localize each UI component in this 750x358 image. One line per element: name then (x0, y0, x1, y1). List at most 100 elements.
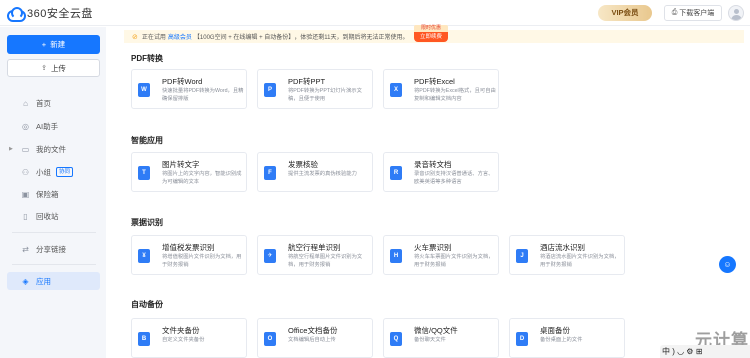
section-title-backup: 自动备份 (131, 300, 163, 309)
sidebar-item-home[interactable]: ⌂ 首页 (7, 94, 100, 112)
ime-toolbar[interactable]: 中 ) ◡ ⚙ ⊞ (660, 345, 750, 358)
card-title: PDF转Word (162, 77, 203, 86)
sidebar-divider (12, 264, 96, 265)
section-title-receipts: 票据识别 (131, 218, 163, 227)
card-desc: 将航空行程单图片文件识别为文档，用于财务报销 (288, 254, 363, 268)
card-desc: 将PDF转换为Excel格式，且可自由复制和编辑文档内容 (414, 88, 496, 102)
card-desc: 文档编辑后自动上传 (288, 337, 336, 343)
card-title: 录音转文档 (414, 160, 452, 169)
logo-text: 360安全云盘 (27, 8, 93, 20)
notice-suffix: ，体验还剩11天，到期后将无法正常使用。 (294, 35, 409, 41)
sidebar-item-label: 回收站 (36, 211, 59, 221)
card-desc: 将火车车票图片文件识别为文档，用于财务报销 (414, 254, 494, 268)
sidebar-item-label: 我的文件 (36, 144, 66, 154)
card-title: 酒店流水识别 (540, 243, 585, 252)
card-folder-backup[interactable]: B 文件夹备份 自定义文件夹备份 (131, 318, 247, 358)
card-title: 桌面备份 (540, 326, 570, 335)
renew-badge-button[interactable]: 限时优惠 立即续费 (414, 25, 448, 43)
top-header: 360安全云盘 VIP会员 ⎙ 下载客户端 (0, 0, 750, 26)
sidebar-item-group[interactable]: ⚇ 小组 协同 (7, 163, 100, 181)
card-title: Office文档备份 (288, 326, 338, 335)
ai-icon: ◎ (22, 121, 29, 131)
card-flight-itinerary[interactable]: ✈ 航空行程单识别 将航空行程单图片文件识别为文档，用于财务报销 (257, 235, 373, 275)
card-title: 航空行程单识别 (288, 243, 341, 252)
group-icon: ⚇ (21, 167, 30, 177)
warning-icon: ⊘ (132, 33, 138, 41)
card-desktop-backup[interactable]: D 桌面备份 备份桌面上的文件 (509, 318, 625, 358)
audio-icon: R (390, 166, 402, 180)
section-title-smart: 智能应用 (131, 136, 163, 145)
group-tag-badge: 协同 (56, 167, 74, 177)
user-avatar[interactable] (728, 5, 744, 21)
card-desc: 将图片上的文字内容，智能识别成为可编辑的文本 (162, 171, 242, 185)
card-title: 增值税发票识别 (162, 243, 215, 252)
card-desc: 备份桌面上的文件 (540, 337, 583, 343)
sidebar-item-safe[interactable]: ▣ 保险箱 (7, 185, 100, 203)
card-train-ticket[interactable]: H 火车票识别 将火车车票图片文件识别为文档，用于财务报销 (383, 235, 499, 275)
sidebar-item-label: 应用 (36, 276, 51, 286)
card-pdf-to-ppt[interactable]: P PDF转PPT 将PDF转换为PPT幻灯片演示文稿，且便于使用 (257, 69, 373, 109)
ppt-file-icon: P (264, 83, 276, 97)
sidebar-item-apps[interactable]: ◈ 应用 (7, 272, 100, 290)
share-icon: ⇄ (22, 244, 29, 254)
card-pdf-to-word[interactable]: W PDF转Word 快速批量将PDF转换为Word，且精确保留排版 (131, 69, 247, 109)
app-logo[interactable]: 360安全云盘 (6, 5, 93, 22)
card-title: PDF转Excel (414, 77, 455, 86)
card-hotel-bill[interactable]: J 酒店流水识别 将酒店流水图片文件识别为文档，用于财务报销 (509, 235, 625, 275)
card-desc: 将酒店流水图片文件识别为文档，用于财务报销 (540, 254, 620, 268)
apps-icon: ◈ (22, 276, 29, 286)
section-title-pdf: PDF转换 (131, 54, 163, 63)
train-ticket-icon: H (390, 249, 402, 263)
upload-icon: ⇪ (41, 65, 47, 72)
card-pdf-to-excel[interactable]: X PDF转Excel 将PDF转换为Excel格式，且可自由复制和编辑文档内容 (383, 69, 499, 109)
promo-label: 限时优惠 (414, 25, 448, 32)
card-title: PDF转PPT (288, 77, 326, 86)
folder-backup-icon: B (138, 332, 150, 346)
image-text-icon: T (138, 166, 150, 180)
vat-invoice-icon: ¥ (138, 249, 150, 263)
new-label: 新建 (50, 40, 66, 49)
download-client-button[interactable]: ⎙ 下载客户端 (664, 5, 722, 21)
desktop-icon: D (516, 332, 528, 346)
card-invoice-verify[interactable]: F 发票核验 提供主流发票的真伪核验能力 (257, 152, 373, 192)
sidebar-divider (12, 232, 96, 233)
folder-icon: ▭ (21, 144, 30, 154)
sidebar-item-my-files[interactable]: ▶ ▭ 我的文件 (7, 140, 100, 158)
ime-status: 中 ) ◡ ⚙ ⊞ (662, 347, 703, 356)
sidebar-item-label: 首页 (36, 98, 51, 108)
sidebar-item-label: 分享链接 (36, 244, 66, 254)
download-icon: ⎙ (671, 9, 678, 16)
sidebar-item-share[interactable]: ⇄ 分享链接 (7, 240, 100, 258)
cloud-logo-icon (6, 7, 26, 22)
excel-file-icon: X (390, 83, 402, 97)
vip-button[interactable]: VIP会员 (598, 5, 652, 21)
renew-label: 立即续费 (414, 32, 448, 42)
office-doc-icon: O (264, 332, 276, 346)
safe-icon: ▣ (21, 189, 30, 199)
card-wechat-qq-backup[interactable]: Q 微信/QQ文件 备份聊天文件 (383, 318, 499, 358)
hotel-bill-icon: J (516, 249, 528, 263)
card-office-backup[interactable]: O Office文档备份 文档编辑后自动上传 (257, 318, 373, 358)
download-label: 下载客户端 (679, 10, 715, 17)
sidebar-item-label: 小组 (36, 167, 51, 177)
upload-button[interactable]: ⇪ 上传 (7, 59, 100, 77)
card-desc: 备份聊天文件 (414, 337, 446, 343)
notice-vip-link[interactable]: 高级会员 (168, 32, 192, 41)
sidebar-item-trash[interactable]: ▯ 回收站 (7, 207, 100, 225)
notice-prefix: 正在试用 (141, 35, 166, 41)
card-desc: 录音识别支持汉语普通话、方言、欧美英语等多种语言 (414, 171, 494, 185)
sidebar-item-label: AI助手 (36, 121, 59, 131)
card-desc: 将增值税图片文件识别为文档，用于财务报销 (162, 254, 242, 268)
card-desc: 快速批量将PDF转换为Word，且精确保留排版 (162, 88, 244, 102)
card-vat-invoice[interactable]: ¥ 增值税发票识别 将增值税图片文件识别为文档，用于财务报销 (131, 235, 247, 275)
card-audio-to-doc[interactable]: R 录音转文档 录音识别支持汉语普通话、方言、欧美英语等多种语言 (383, 152, 499, 192)
new-button[interactable]: + 新建 (7, 35, 100, 54)
card-image-to-text[interactable]: T 图片转文字 将图片上的文字内容，智能识别成为可编辑的文本 (131, 152, 247, 192)
card-title: 火车票识别 (414, 243, 452, 252)
card-title: 微信/QQ文件 (414, 326, 458, 335)
card-desc: 将PDF转换为PPT幻灯片演示文稿，且便于使用 (288, 88, 362, 102)
sidebar-item-ai[interactable]: ◎ AI助手 (7, 117, 100, 135)
upload-label: 上传 (50, 63, 66, 73)
chat-file-icon: Q (390, 332, 402, 346)
customer-service-button[interactable]: ☺ (719, 256, 736, 273)
